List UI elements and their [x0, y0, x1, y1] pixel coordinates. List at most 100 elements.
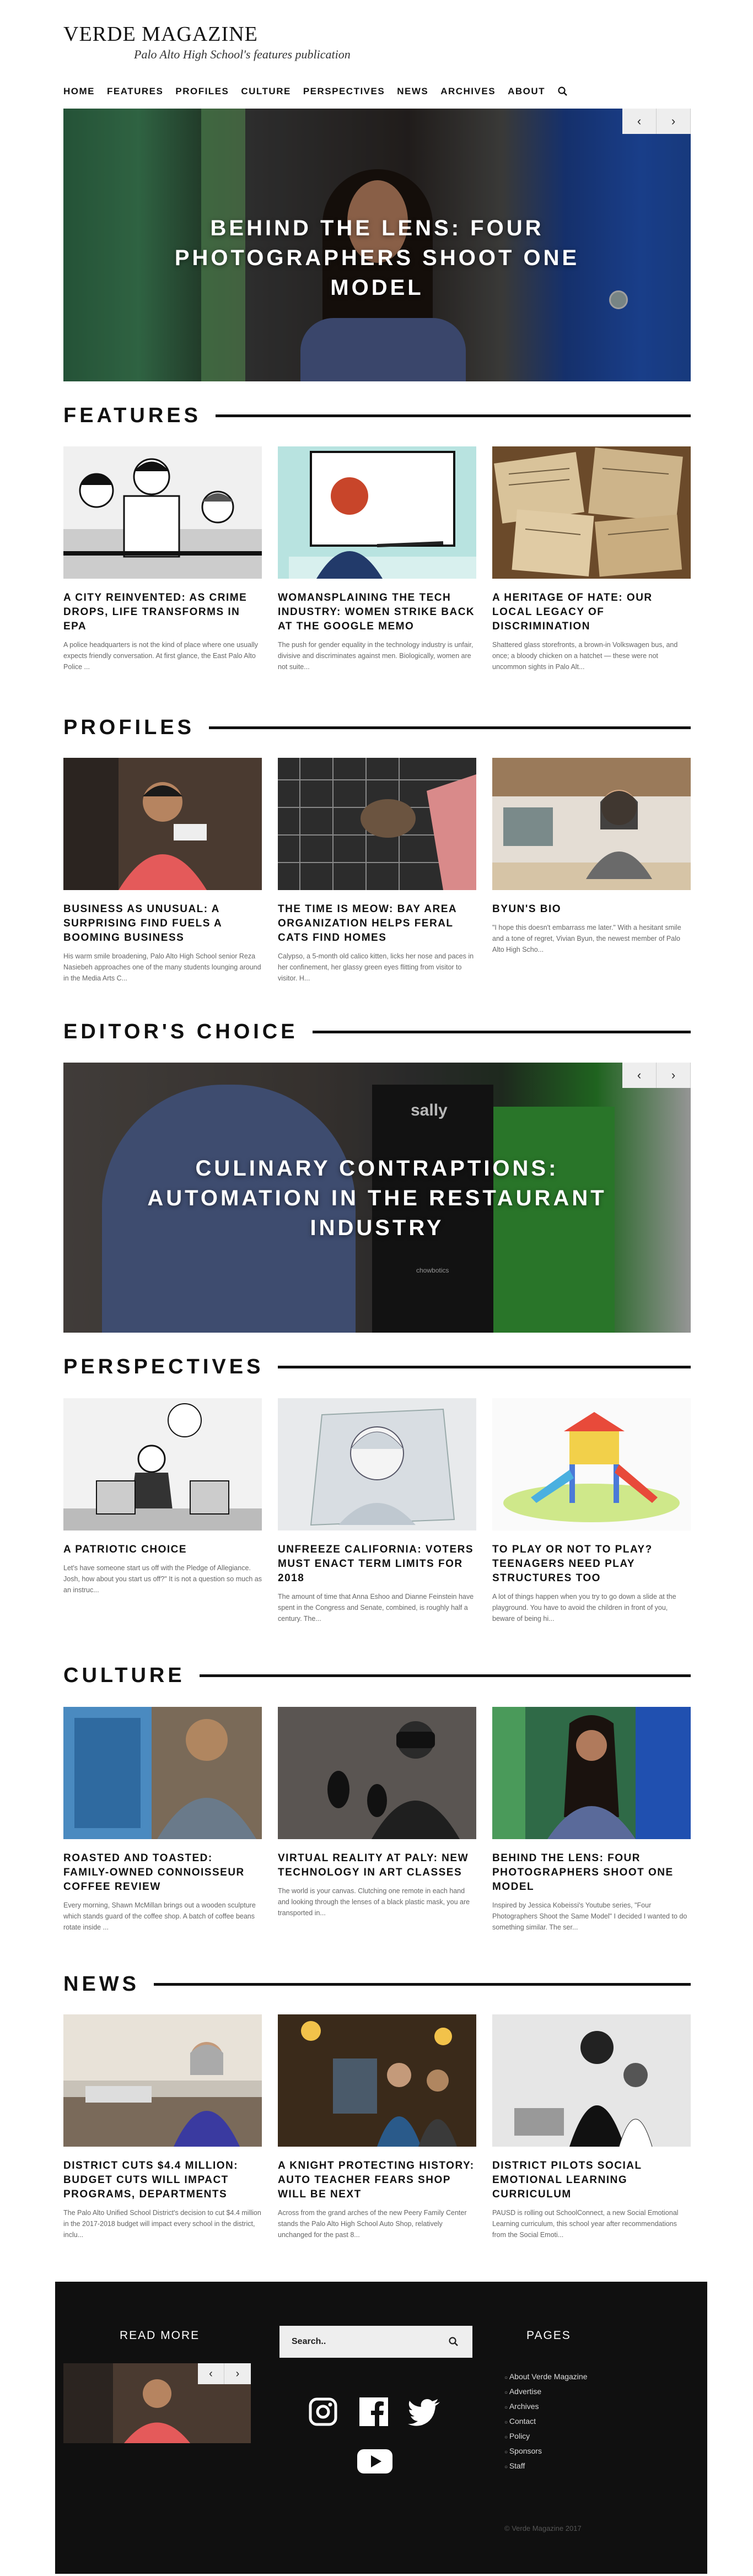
culture-image[interactable] [63, 1707, 262, 1839]
editors-choice-title[interactable]: CULINARY CONTRAPTIONS: AUTOMATION IN THE… [63, 1154, 691, 1243]
section-title[interactable]: CULTURE [63, 1664, 185, 1688]
news-image[interactable] [278, 2014, 476, 2147]
nav-archives[interactable]: ARCHIVES [440, 86, 496, 97]
section-title[interactable]: PROFILES [63, 716, 195, 740]
card-title[interactable]: BYUN'S BIO [492, 902, 691, 917]
nav-home[interactable]: HOME [63, 86, 95, 97]
nav-features[interactable]: FEATURES [107, 86, 163, 97]
section-title[interactable]: NEWS [63, 1973, 139, 1996]
feature-image[interactable] [63, 446, 262, 579]
news-card-3[interactable]: DISTRICT PILOTS SOCIAL EMOTIONAL LEARNIN… [492, 2014, 691, 2240]
hero-next-button[interactable]: › [657, 109, 691, 134]
card-title[interactable]: DISTRICT PILOTS SOCIAL EMOTIONAL LEARNIN… [492, 2159, 691, 2202]
card-title[interactable]: A PATRIOTIC CHOICE [63, 1543, 262, 1557]
news-heading: NEWS [63, 1973, 691, 1996]
feature-card-3[interactable]: A HERITAGE OF HATE: OUR LOCAL LEGACY OF … [492, 446, 691, 672]
culture-image[interactable] [492, 1707, 691, 1839]
editors-prev-button[interactable]: ‹ [622, 1063, 657, 1088]
divider [209, 726, 691, 729]
page-link-archives[interactable]: Archives [504, 2400, 587, 2415]
perspective-image[interactable] [278, 1398, 476, 1530]
footer-search[interactable]: Search.. [279, 2326, 472, 2358]
card-title[interactable]: VIRTUAL REALITY AT PALY: NEW TECHNOLOGY … [278, 1851, 476, 1880]
nav-profiles[interactable]: PROFILES [175, 86, 229, 97]
page-link-policy[interactable]: Policy [504, 2429, 587, 2444]
news-card-1[interactable]: DISTRICT CUTS $4.4 MILLION: BUDGET CUTS … [63, 2014, 262, 2240]
page-link-sponsors[interactable]: Sponsors [504, 2444, 587, 2459]
pages-list: About Verde Magazine Advertise Archives … [504, 2370, 588, 2474]
profile-card-2[interactable]: THE TIME IS MEOW: BAY AREA ORGANIZATION … [278, 758, 476, 984]
read-more-prev-button[interactable]: ‹ [198, 2363, 224, 2384]
read-more-slider[interactable]: ‹ › [63, 2363, 251, 2443]
news-image[interactable] [63, 2014, 262, 2147]
instagram-icon[interactable] [309, 2397, 337, 2429]
search-icon[interactable] [557, 86, 568, 97]
culture-image[interactable] [278, 1707, 476, 1839]
profile-image[interactable] [63, 758, 262, 890]
card-title[interactable]: BEHIND THE LENS: FOUR PHOTOGRAPHERS SHOO… [492, 1851, 691, 1894]
divider [199, 1674, 691, 1677]
nav-news[interactable]: NEWS [397, 86, 428, 97]
card-title[interactable]: ROASTED AND TOASTED: FAMILY-OWNED CONNOI… [63, 1851, 262, 1894]
nav-perspectives[interactable]: PERSPECTIVES [303, 86, 385, 97]
divider [312, 1030, 691, 1033]
feature-image[interactable] [492, 446, 691, 579]
read-more-next-button[interactable]: › [224, 2363, 251, 2384]
perspective-card-3[interactable]: TO PLAY OR NOT TO PLAY? TEENAGERS NEED P… [492, 1398, 691, 1624]
nav-about[interactable]: ABOUT [508, 86, 545, 97]
site-title[interactable]: VERDE MAGAZINE [63, 22, 351, 46]
news-card-2[interactable]: A KNIGHT PROTECTING HISTORY: AUTO TEACHE… [278, 2014, 476, 2240]
divider [154, 1982, 691, 1986]
feature-card-1[interactable]: A CITY REINVENTED: AS CRIME DROPS, LIFE … [63, 446, 262, 672]
editors-next-button[interactable]: › [657, 1063, 691, 1088]
card-excerpt: The amount of time that Anna Eshoo and D… [278, 1593, 474, 1623]
youtube-icon[interactable] [357, 2448, 392, 2477]
masthead[interactable]: VERDE MAGAZINE Palo Alto High School's f… [63, 22, 351, 62]
profile-card-1[interactable]: BUSINESS AS UNUSUAL: A SURPRISING FIND F… [63, 758, 262, 984]
news-image[interactable] [492, 2014, 691, 2147]
perspective-image[interactable] [63, 1398, 262, 1530]
perspective-card-2[interactable]: UNFREEZE CALIFORNIA: VOTERS MUST ENACT T… [278, 1398, 476, 1624]
feature-card-2[interactable]: WOMANSPLAINING THE TECH INDUSTRY: WOMEN … [278, 446, 476, 672]
card-title[interactable]: A KNIGHT PROTECTING HISTORY: AUTO TEACHE… [278, 2159, 476, 2202]
feature-image[interactable] [278, 446, 476, 579]
card-excerpt: Across from the grand arches of the new … [278, 2209, 467, 2239]
culture-card-2[interactable]: VIRTUAL REALITY AT PALY: NEW TECHNOLOGY … [278, 1707, 476, 1918]
card-title[interactable]: THE TIME IS MEOW: BAY AREA ORGANIZATION … [278, 902, 476, 945]
hero-slider[interactable]: BEHIND THE LENS: FOUR PHOTOGRAPHERS SHOO… [63, 109, 691, 381]
page-link-contact[interactable]: Contact [504, 2415, 587, 2429]
card-title[interactable]: WOMANSPLAINING THE TECH INDUSTRY: WOMEN … [278, 591, 476, 634]
search-icon[interactable] [448, 2336, 459, 2350]
card-title[interactable]: BUSINESS AS UNUSUAL: A SURPRISING FIND F… [63, 902, 262, 945]
page-link-about[interactable]: About Verde Magazine [504, 2370, 588, 2385]
card-excerpt: Shattered glass storefronts, a brown-in … [492, 641, 678, 671]
page-link-staff[interactable]: Staff [504, 2459, 587, 2474]
hero-prev-button[interactable]: ‹ [622, 109, 657, 134]
section-title[interactable]: PERSPECTIVES [63, 1355, 263, 1379]
card-title[interactable]: TO PLAY OR NOT TO PLAY? TEENAGERS NEED P… [492, 1543, 691, 1586]
profiles-heading: PROFILES [63, 716, 691, 739]
section-title[interactable]: FEATURES [63, 404, 201, 428]
footer-search-input[interactable]: Search.. [292, 2337, 326, 2347]
editors-choice-slider[interactable]: sally chowbotics CULINARY CONTRAPTIONS: … [63, 1063, 691, 1333]
twitter-icon[interactable] [408, 2399, 441, 2429]
card-title[interactable]: A HERITAGE OF HATE: OUR LOCAL LEGACY OF … [492, 591, 691, 634]
card-title[interactable]: UNFREEZE CALIFORNIA: VOTERS MUST ENACT T… [278, 1543, 476, 1586]
page-link-advertise[interactable]: Advertise [504, 2385, 587, 2400]
profile-card-3[interactable]: BYUN'S BIO "I hope this doesn't embarras… [492, 758, 691, 955]
nav-culture[interactable]: CULTURE [241, 86, 291, 97]
card-excerpt: Let's have someone start us off with the… [63, 1564, 262, 1594]
culture-card-1[interactable]: ROASTED AND TOASTED: FAMILY-OWNED CONNOI… [63, 1707, 262, 1933]
hero-title[interactable]: BEHIND THE LENS: FOUR PHOTOGRAPHERS SHOO… [63, 213, 691, 303]
profile-image[interactable] [492, 758, 691, 890]
facebook-icon[interactable] [359, 2397, 388, 2429]
culture-card-3[interactable]: BEHIND THE LENS: FOUR PHOTOGRAPHERS SHOO… [492, 1707, 691, 1933]
divider [215, 414, 691, 417]
main-nav: HOME FEATURES PROFILES CULTURE PERSPECTI… [63, 86, 568, 97]
perspective-image[interactable] [492, 1398, 691, 1530]
profile-image[interactable] [278, 758, 476, 890]
perspective-card-1[interactable]: A PATRIOTIC CHOICE Let's have someone st… [63, 1398, 262, 1596]
card-excerpt: The push for gender equality in the tech… [278, 641, 474, 671]
card-title[interactable]: A CITY REINVENTED: AS CRIME DROPS, LIFE … [63, 591, 262, 634]
card-title[interactable]: DISTRICT CUTS $4.4 MILLION: BUDGET CUTS … [63, 2159, 262, 2202]
